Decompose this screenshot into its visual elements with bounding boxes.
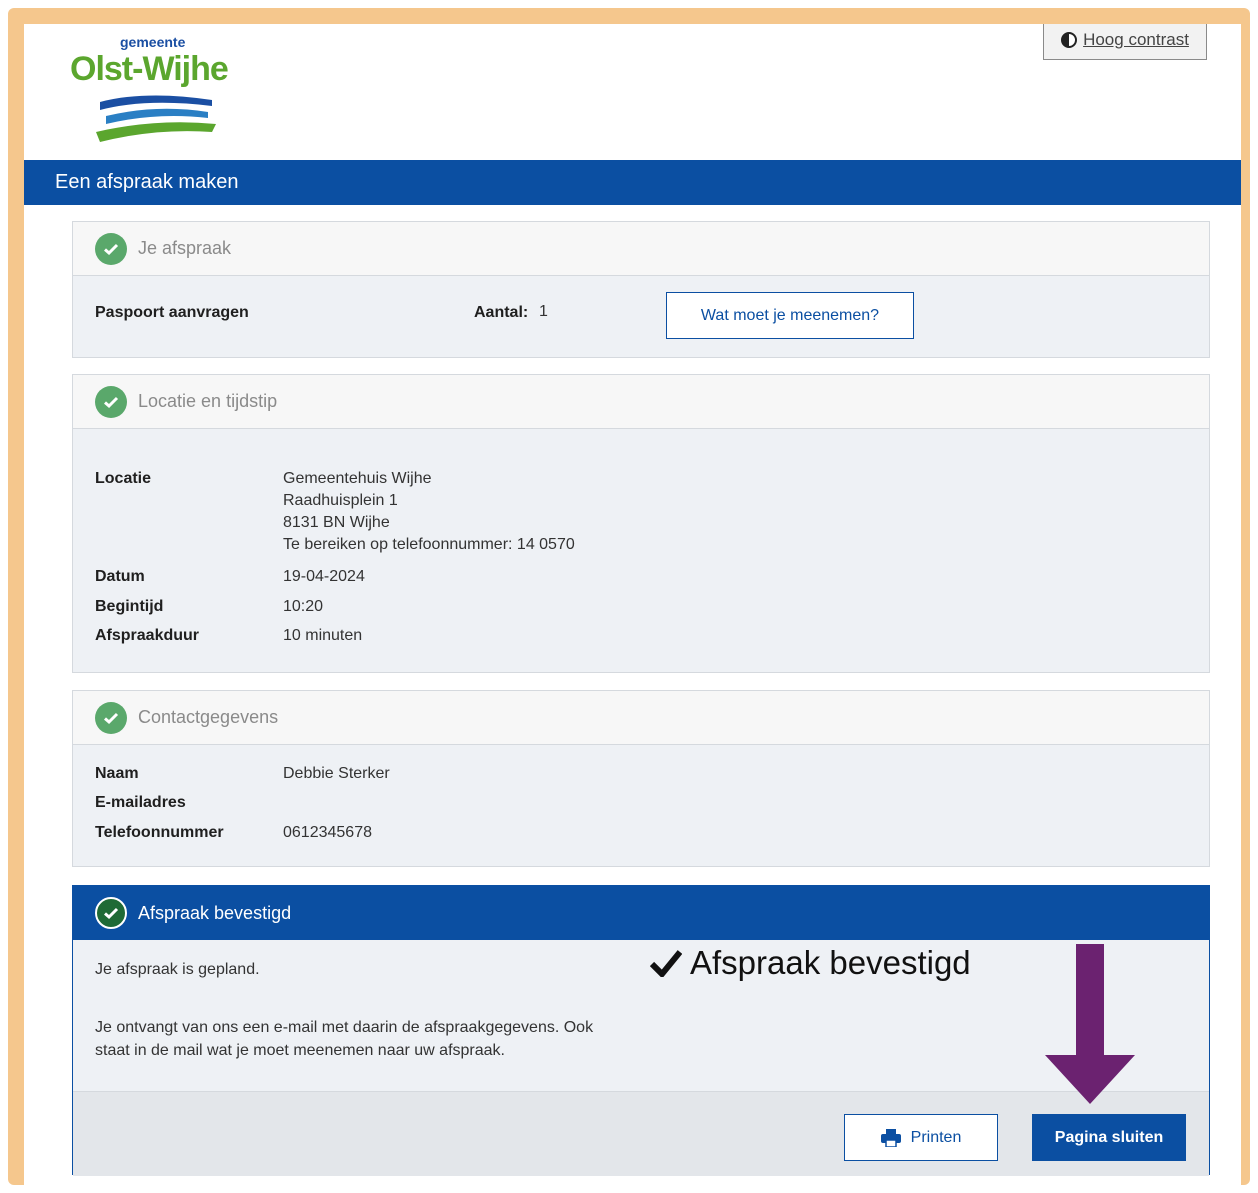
annotation-label: Afspraak bevestigd bbox=[650, 944, 971, 982]
contact-section: Contactgegevens Naam Debbie Sterker E-ma… bbox=[72, 690, 1210, 867]
check-circle-icon bbox=[95, 232, 127, 265]
confirmation-footer: Printen Pagina sluiten bbox=[73, 1091, 1209, 1176]
check-circle-icon bbox=[95, 385, 127, 418]
confirmation-section-title: Afspraak bevestigd bbox=[138, 902, 292, 923]
email-notice-line: Je ontvangt van ons een e-mail met daari… bbox=[95, 1019, 594, 1036]
duration-label: Afspraakduur bbox=[95, 627, 200, 644]
email-label: E-mailadres bbox=[95, 794, 186, 811]
email-notice-line: staat in de mail wat je moet meenemen na… bbox=[95, 1042, 505, 1059]
close-page-button[interactable]: Pagina sluiten bbox=[1032, 1114, 1186, 1161]
high-contrast-label: Hoog contrast bbox=[1083, 30, 1189, 49]
municipality-logo[interactable]: gemeente Olst-Wijhe bbox=[68, 32, 248, 152]
confirmation-section-header: Afspraak bevestigd bbox=[73, 886, 1209, 940]
page-banner: Een afspraak maken bbox=[24, 160, 1241, 205]
page-title: Een afspraak maken bbox=[55, 171, 239, 193]
start-time-value: 10:20 bbox=[283, 598, 324, 615]
what-to-bring-button[interactable]: Wat moet je meenemen? bbox=[666, 292, 914, 339]
contact-section-header: Contactgegevens bbox=[73, 691, 1209, 745]
print-button[interactable]: Printen bbox=[844, 1114, 998, 1161]
logo-big-text: Olst-Wijhe bbox=[70, 50, 229, 88]
high-contrast-button[interactable]: Hoog contrast bbox=[1043, 24, 1207, 60]
contrast-icon bbox=[1061, 32, 1078, 48]
date-label: Datum bbox=[95, 568, 145, 585]
address-line: Te bereiken op telefoonnummer: 14 0570 bbox=[283, 536, 575, 553]
annotation-text: Afspraak bevestigd bbox=[690, 944, 971, 981]
address-line: Raadhuisplein 1 bbox=[283, 492, 398, 509]
checkmark-icon bbox=[650, 950, 682, 977]
count-label: Aantal: bbox=[474, 304, 529, 321]
address-line: 8131 BN Wijhe bbox=[283, 514, 390, 531]
location-section-header: Locatie en tijdstip bbox=[73, 375, 1209, 429]
confirmation-section: Afspraak bevestigd Je afspraak is geplan… bbox=[72, 885, 1210, 1176]
location-label: Locatie bbox=[95, 470, 152, 487]
count-value: 1 bbox=[539, 303, 548, 320]
appointment-section-header: Je afspraak bbox=[73, 222, 1209, 276]
location-section: Locatie en tijdstip Locatie Gemeentehuis… bbox=[72, 374, 1210, 673]
down-arrow-icon bbox=[1045, 944, 1135, 1104]
product-name: Paspoort aanvragen bbox=[95, 304, 249, 321]
address-line: Gemeentehuis Wijhe bbox=[283, 470, 432, 487]
check-circle-icon bbox=[95, 897, 127, 929]
start-time-label: Begintijd bbox=[95, 598, 164, 615]
printer-icon bbox=[880, 1128, 901, 1147]
name-value: Debbie Sterker bbox=[283, 765, 390, 782]
check-circle-icon bbox=[95, 701, 127, 734]
print-button-label: Printen bbox=[910, 1128, 962, 1146]
contact-section-title: Contactgegevens bbox=[138, 707, 279, 727]
date-value: 19-04-2024 bbox=[283, 568, 365, 585]
duration-value: 10 minuten bbox=[283, 627, 363, 644]
appointment-section-title: Je afspraak bbox=[138, 238, 232, 258]
confirmation-message: Je afspraak is gepland. bbox=[95, 961, 260, 978]
phone-label: Telefoonnummer bbox=[95, 824, 224, 841]
phone-value: 0612345678 bbox=[283, 824, 372, 841]
logo-small-text: gemeente bbox=[120, 34, 186, 50]
name-label: Naam bbox=[95, 765, 139, 782]
appointment-section: Je afspraak Paspoort aanvragen Aantal: 1… bbox=[72, 221, 1210, 358]
logo-waves-icon bbox=[96, 95, 216, 142]
location-section-title: Locatie en tijdstip bbox=[138, 391, 278, 411]
